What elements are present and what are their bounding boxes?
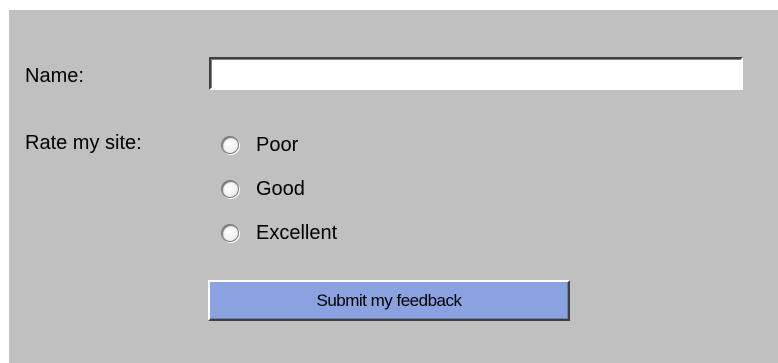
rating-option-good[interactable]: Good	[221, 177, 305, 201]
radio-button-excellent[interactable]	[221, 224, 239, 242]
rating-option-excellent[interactable]: Excellent	[221, 221, 337, 245]
feedback-form: Name: Rate my site: Poor Good Excellent …	[9, 10, 778, 363]
radio-button-poor[interactable]	[221, 136, 239, 154]
rating-option-label: Good	[256, 178, 305, 200]
radio-button-good[interactable]	[221, 180, 239, 198]
name-label: Name:	[25, 65, 84, 87]
rating-option-label: Poor	[256, 134, 299, 156]
rate-label: Rate my site:	[25, 132, 142, 154]
rating-option-poor[interactable]: Poor	[221, 133, 298, 157]
rating-option-label: Excellent	[256, 222, 338, 244]
name-input[interactable]	[209, 57, 743, 90]
submit-feedback-button[interactable]: Submit my feedback	[208, 280, 570, 321]
